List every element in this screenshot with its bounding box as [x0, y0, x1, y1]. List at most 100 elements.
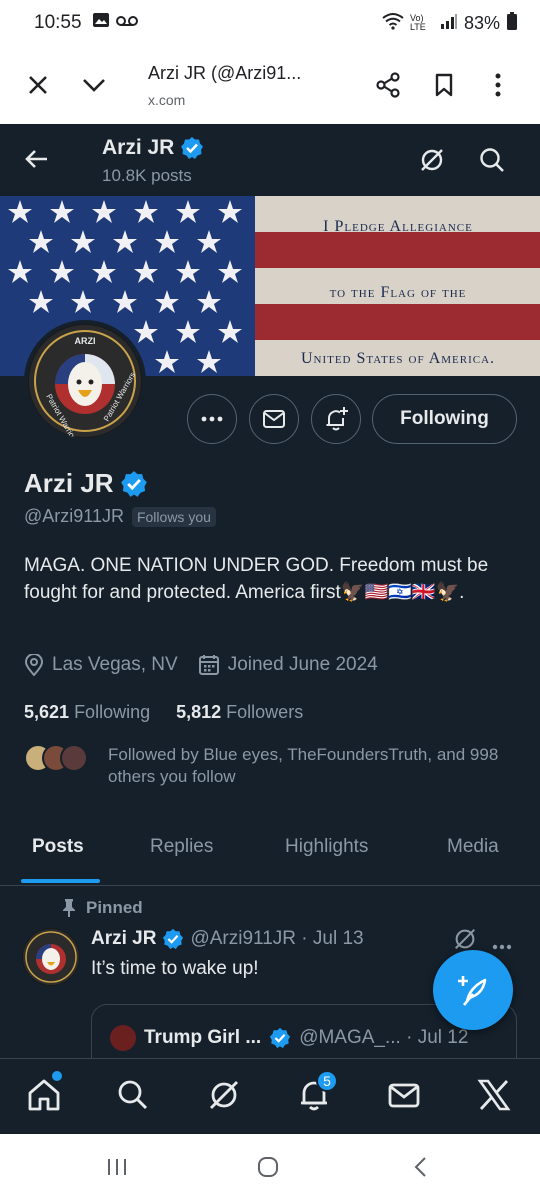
quoted-handle-date: @MAGA_... · Jul 12: [299, 1027, 469, 1048]
compose-post-button[interactable]: [433, 950, 513, 1030]
profile-tabs: Posts Replies Highlights Media: [0, 820, 540, 886]
verified-badge-icon: [120, 470, 147, 497]
arrow-left-icon: [25, 150, 47, 168]
nav-grok[interactable]: [206, 1077, 242, 1118]
profile-handle: @Arzi911JR: [24, 506, 124, 526]
tab-media[interactable]: Media: [447, 836, 499, 858]
status-time: 10:55: [34, 12, 82, 33]
post-text: It’s time to wake up!: [91, 958, 259, 979]
nav-x[interactable]: [476, 1077, 512, 1118]
chevron-left-icon: [414, 1157, 426, 1177]
follows-you-badge: Follows you: [131, 506, 216, 527]
bookmark-button[interactable]: [424, 65, 464, 105]
profile-avatar[interactable]: ARZI Patriot Warriors Patriot Warriors: [24, 320, 146, 442]
profile-bio: MAGA. ONE NATION UNDER GOD. Freedom must…: [24, 555, 489, 603]
share-button[interactable]: [368, 65, 408, 105]
share-icon: [376, 72, 400, 98]
more-dots-icon: [492, 944, 512, 950]
follower-avatar: [60, 744, 88, 772]
home-nav-button[interactable]: [257, 1156, 279, 1183]
following-count-link[interactable]: 5,621 Following: [24, 702, 150, 723]
feather-plus-icon: [458, 976, 487, 1006]
battery-icon: [506, 11, 518, 35]
quoted-author-avatar: [110, 1025, 136, 1051]
eagle-logo-icon: [23, 929, 79, 985]
custom-tab-toolbar: Arzi JR (@Arzi91... x.com: [0, 46, 540, 124]
bookmark-icon: [435, 73, 453, 97]
tab-replies[interactable]: Replies: [150, 836, 213, 858]
lte-indicator: Vo) LTE: [409, 13, 426, 32]
tab-highlights[interactable]: Highlights: [285, 836, 368, 858]
tab-posts[interactable]: Posts: [32, 836, 84, 858]
recents-icon: [108, 1159, 126, 1175]
bottom-navigation: [0, 1058, 540, 1134]
profile-handle-row: @Arzi911JR Follows you: [24, 506, 216, 527]
android-navigation-bar: [0, 1134, 540, 1200]
search-icon: [480, 148, 504, 172]
banner-text-line-1: I Pledge Allegiance: [323, 218, 473, 235]
eagle-logo-icon: ARZI Patriot Warriors Patriot Warriors: [29, 325, 141, 438]
post-author-avatar[interactable]: [22, 928, 80, 986]
back-nav-button[interactable]: [410, 1156, 432, 1183]
pin-icon: [63, 899, 75, 917]
profile-meta: Las Vegas, NV Joined June 2024: [24, 654, 398, 676]
grok-button[interactable]: [418, 146, 446, 179]
post-handle-date: @Arzi911JR · Jul 13: [190, 928, 364, 949]
more-actions-button[interactable]: [187, 394, 237, 444]
message-button[interactable]: [249, 394, 299, 444]
profile-location: Las Vegas, NV: [52, 654, 178, 675]
minimize-tab-button[interactable]: [74, 65, 114, 105]
calendar-icon: [198, 655, 219, 675]
grok-icon: [421, 149, 443, 171]
active-tab-indicator: [21, 879, 100, 883]
pinned-label: Pinned: [62, 898, 143, 918]
quoted-author-name: Trump Girl ...: [144, 1027, 262, 1048]
voicemail-icon: [115, 12, 138, 34]
nav-messages[interactable]: [386, 1077, 422, 1118]
nav-home[interactable]: [26, 1077, 62, 1118]
status-bar: 10:55 Vo) LTE 83%: [0, 0, 540, 46]
recent-apps-button[interactable]: [106, 1156, 128, 1183]
close-icon: [29, 76, 47, 94]
verified-badge-icon: [181, 137, 204, 159]
bell-plus-icon: [326, 407, 348, 431]
location-pin-icon: [24, 654, 44, 676]
mail-icon: [263, 410, 285, 428]
more-options-button[interactable]: [478, 65, 518, 105]
profile-joined: Joined June 2024: [227, 654, 378, 675]
post-header: Arzi JR @Arzi911JR · Jul 13: [91, 928, 364, 950]
header-name: Arzi JR: [102, 136, 204, 160]
header-post-count: 10.8K posts: [102, 166, 192, 185]
grok-icon: [454, 928, 476, 950]
page-title: Arzi JR (@Arzi91...: [148, 62, 302, 83]
home-circle-icon: [258, 1157, 278, 1177]
followers-count-link[interactable]: 5,812 Followers: [176, 702, 303, 723]
home-icon: [28, 1079, 60, 1111]
signal-icon: [440, 13, 458, 34]
close-tab-button[interactable]: [18, 65, 58, 105]
verified-badge-icon: [270, 1027, 291, 1049]
chevron-down-icon: [83, 79, 105, 92]
follow-counts: 5,621 Following 5,812 Followers: [24, 702, 303, 723]
tab-title-area[interactable]: Arzi JR (@Arzi91... x.com: [148, 63, 323, 108]
x-logo-icon: [477, 1079, 511, 1111]
search-icon: [118, 1080, 148, 1110]
following-button[interactable]: Following: [372, 394, 517, 444]
banner-text-line-2: to the Flag of the: [329, 284, 467, 301]
kebab-icon: [495, 73, 501, 97]
post-more-button[interactable]: [492, 930, 512, 956]
home-unread-dot: [52, 1071, 62, 1081]
search-button[interactable]: [478, 146, 506, 179]
nav-search[interactable]: [115, 1077, 151, 1118]
more-dots-icon: [201, 416, 223, 422]
followers-you-know[interactable]: Followed by Blue eyes, TheFoundersTruth,…: [24, 744, 508, 788]
battery-percent: 83%: [463, 12, 500, 33]
profile-top-bar: Arzi JR 10.8K posts: [0, 124, 540, 196]
wifi-icon: [382, 12, 404, 35]
notifications-subscribe-button[interactable]: [311, 394, 361, 444]
back-button[interactable]: [22, 144, 52, 179]
gallery-icon: [92, 11, 110, 35]
post-author-name[interactable]: Arzi JR: [91, 928, 156, 950]
page-url: x.com: [148, 91, 186, 108]
followed-by-text: Followed by Blue eyes, TheFoundersTruth,…: [108, 745, 499, 786]
